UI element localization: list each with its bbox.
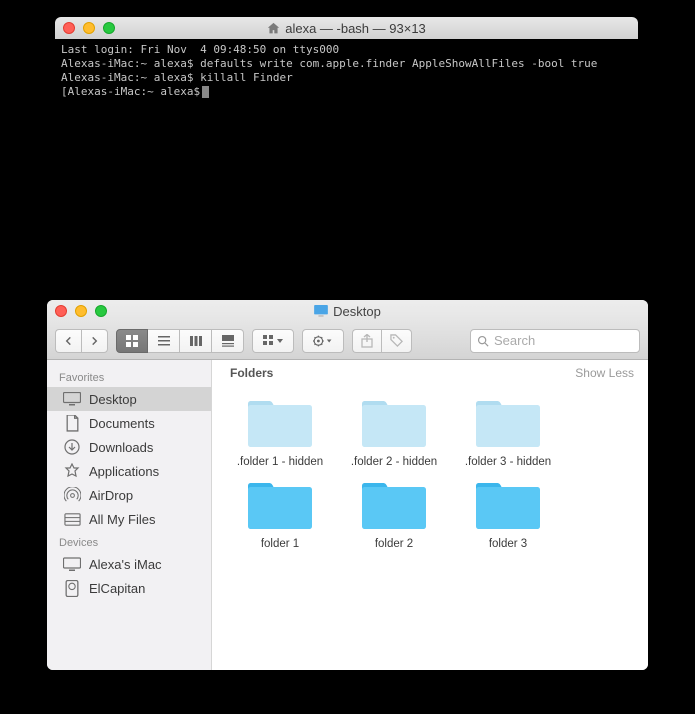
documents-icon <box>63 414 81 432</box>
applications-icon <box>63 462 81 480</box>
close-button[interactable] <box>55 305 67 317</box>
sidebar-item-label: Documents <box>89 416 155 431</box>
folder-item[interactable]: folder 3 <box>458 478 558 550</box>
folder-label: folder 3 <box>489 538 527 550</box>
downloads-icon <box>63 438 81 456</box>
folder-label: folder 1 <box>261 538 299 550</box>
terminal-body[interactable]: Last login: Fri Nov 4 09:48:50 on ttys00… <box>55 39 638 103</box>
folder-item[interactable]: .folder 1 - hidden <box>230 396 330 468</box>
folder-icon <box>244 396 316 452</box>
terminal-line: Alexas-iMac:~ alexa$ defaults write com.… <box>61 57 597 70</box>
folder-icon <box>472 396 544 452</box>
tag-icon <box>390 334 403 347</box>
columns-icon <box>189 334 203 348</box>
arrange-dropdown[interactable] <box>252 329 294 353</box>
folder-label: .folder 1 - hidden <box>237 456 323 468</box>
sidebar-item-label: ElCapitan <box>89 581 145 596</box>
folder-item[interactable]: .folder 2 - hidden <box>344 396 444 468</box>
folder-label: .folder 2 - hidden <box>351 456 437 468</box>
allfiles-icon <box>63 510 81 528</box>
desktop-icon <box>63 390 81 408</box>
terminal-line: Last login: Fri Nov 4 09:48:50 on ttys00… <box>61 43 339 56</box>
disk-icon <box>63 579 81 597</box>
share-icon <box>361 334 373 348</box>
coverflow-view-button[interactable] <box>212 329 244 353</box>
airdrop-icon <box>63 486 81 504</box>
home-icon <box>267 22 280 35</box>
folder-icon <box>244 478 316 534</box>
terminal-line: [Alexas-iMac:~ alexa$ <box>61 85 200 98</box>
folder-icon <box>358 478 430 534</box>
share-button[interactable] <box>352 329 381 353</box>
imac-icon <box>63 555 81 573</box>
sidebar-item-applications[interactable]: Applications <box>47 459 211 483</box>
coverflow-icon <box>221 334 235 348</box>
sidebar-item-allmyfiles[interactable]: All My Files <box>47 507 211 531</box>
minimize-button[interactable] <box>75 305 87 317</box>
sidebar-item-label: AirDrop <box>89 488 133 503</box>
forward-button[interactable] <box>81 329 108 353</box>
content-area: Folders Show Less .folder 1 - hidden .fo… <box>212 360 648 670</box>
terminal-line: Alexas-iMac:~ alexa$ killall Finder <box>61 71 293 84</box>
action-dropdown[interactable] <box>302 329 344 353</box>
column-view-button[interactable] <box>180 329 212 353</box>
folder-label: folder 2 <box>375 538 413 550</box>
chevron-right-icon <box>90 336 99 346</box>
sidebar-item-documents[interactable]: Documents <box>47 411 211 435</box>
traffic-lights <box>63 22 115 34</box>
list-icon <box>157 334 171 348</box>
search-box[interactable] <box>470 329 640 353</box>
sidebar-item-downloads[interactable]: Downloads <box>47 435 211 459</box>
sidebar-item-label: Desktop <box>89 392 137 407</box>
desktop-icon <box>314 305 328 317</box>
sidebar-item-label: Alexa's iMac <box>89 557 162 572</box>
view-mode-segment <box>116 329 244 353</box>
finder-toolbar <box>47 322 648 360</box>
folder-item[interactable]: .folder 3 - hidden <box>458 396 558 468</box>
terminal-window: alexa — -bash — 93×13 Last login: Fri No… <box>55 17 638 269</box>
finder-window: Desktop <box>47 300 648 670</box>
close-button[interactable] <box>63 22 75 34</box>
gear-icon <box>313 335 333 347</box>
share-tags-group <box>352 329 412 353</box>
finder-title: Desktop <box>333 304 381 319</box>
section-title: Folders <box>230 366 273 380</box>
sidebar-heading-devices: Devices <box>47 531 211 552</box>
zoom-button[interactable] <box>95 305 107 317</box>
traffic-lights <box>55 305 107 317</box>
sidebar-item-airdrop[interactable]: AirDrop <box>47 483 211 507</box>
icon-view-button[interactable] <box>116 329 148 353</box>
finder-titlebar[interactable]: Desktop <box>47 300 648 322</box>
sidebar-item-disk[interactable]: ElCapitan <box>47 576 211 600</box>
sidebar: Favorites Desktop Documents Downloads Ap… <box>47 360 212 670</box>
section-header: Folders Show Less <box>212 360 648 386</box>
sidebar-item-desktop[interactable]: Desktop <box>47 387 211 411</box>
folder-icon <box>358 396 430 452</box>
sidebar-item-label: All My Files <box>89 512 155 527</box>
list-view-button[interactable] <box>148 329 180 353</box>
terminal-titlebar[interactable]: alexa — -bash — 93×13 <box>55 17 638 39</box>
sidebar-heading-favorites: Favorites <box>47 366 211 387</box>
sidebar-item-label: Downloads <box>89 440 153 455</box>
minimize-button[interactable] <box>83 22 95 34</box>
folder-item[interactable]: folder 2 <box>344 478 444 550</box>
show-less-toggle[interactable]: Show Less <box>575 366 634 380</box>
folder-item[interactable]: folder 1 <box>230 478 330 550</box>
cursor <box>202 86 209 98</box>
search-icon <box>477 335 489 347</box>
arrange-icon <box>263 335 283 347</box>
grid-icon <box>125 334 139 348</box>
back-button[interactable] <box>55 329 81 353</box>
chevron-left-icon <box>64 336 73 346</box>
nav-buttons <box>55 329 108 353</box>
zoom-button[interactable] <box>103 22 115 34</box>
sidebar-item-imac[interactable]: Alexa's iMac <box>47 552 211 576</box>
search-input[interactable] <box>494 333 633 348</box>
folder-icon <box>472 478 544 534</box>
folder-label: .folder 3 - hidden <box>465 456 551 468</box>
sidebar-item-label: Applications <box>89 464 159 479</box>
items-grid[interactable]: .folder 1 - hidden .folder 2 - hidden .f… <box>212 386 648 560</box>
tags-button[interactable] <box>381 329 412 353</box>
terminal-title: alexa — -bash — 93×13 <box>285 21 426 36</box>
